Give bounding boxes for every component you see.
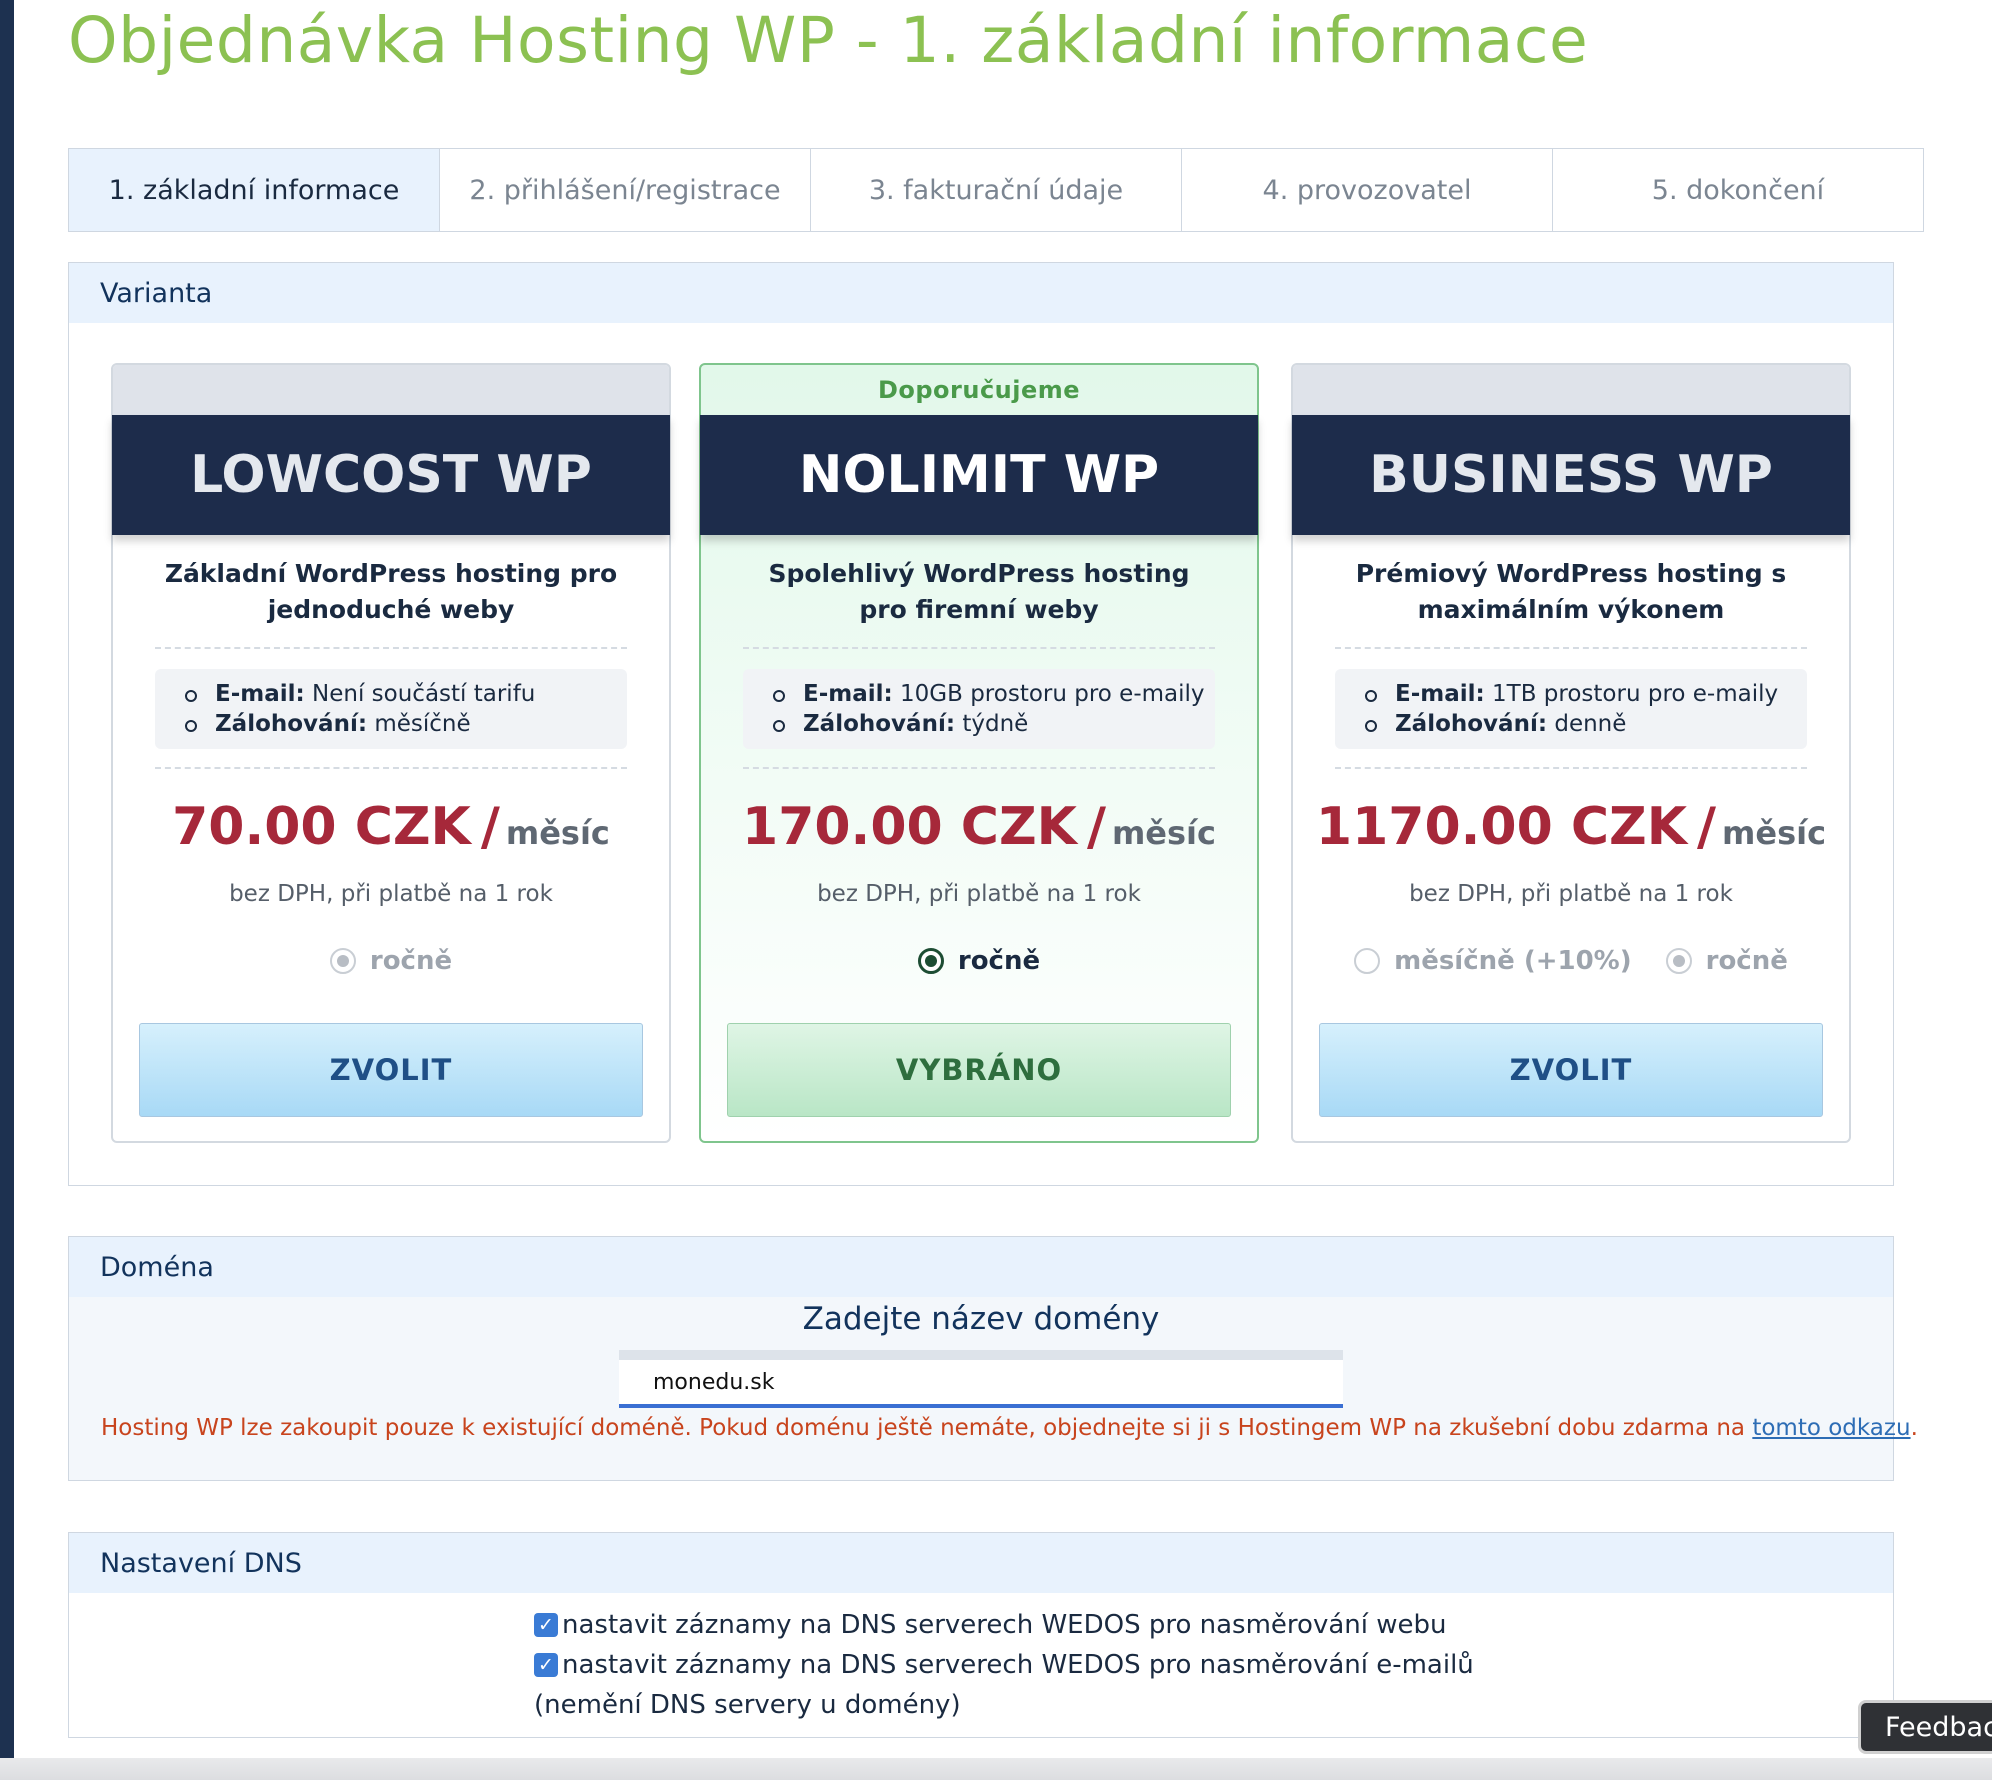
step-billing-details[interactable]: 3. fakturační údaje <box>810 149 1181 231</box>
checkbox-email-records[interactable]: ✓ <box>534 1653 558 1677</box>
period-option-yearly[interactable]: ročně <box>329 941 453 981</box>
plan-card-nolimit: Doporučujeme NOLIMIT WP Spolehlivý WordP… <box>699 363 1259 1143</box>
dns-header: Nastavení DNS <box>69 1533 1893 1593</box>
plan-features: E-mail: 10GB prostoru pro e-maily Záloho… <box>743 669 1215 749</box>
selected-plan-button[interactable]: VYBRÁNO <box>727 1023 1231 1117</box>
period-label: ročně <box>369 946 453 976</box>
plan-card-lowcost: LOWCOST WP Základní WordPress hosting pr… <box>111 363 671 1143</box>
period-label: měsíčně (+10%) <box>1394 946 1632 976</box>
domain-note: Hosting WP lze zakoupit pouze k existují… <box>101 1415 1918 1441</box>
plan-description: Základní WordPress hosting pro jednoduch… <box>164 559 618 624</box>
checkbox-web-records[interactable]: ✓ <box>534 1613 558 1637</box>
feature-backup: Zálohování: měsíčně <box>185 709 627 739</box>
divider <box>1335 647 1807 649</box>
window-bottom-edge <box>0 1758 1992 1780</box>
plan-description: Spolehlivý WordPress hosting pro firemní… <box>768 559 1190 624</box>
plan-features: E-mail: Není součástí tarifu Zálohování:… <box>155 669 627 749</box>
recommended-badge: Doporučujeme <box>877 376 1081 404</box>
feature-email: E-mail: 1TB prostoru pro e-maily <box>1365 679 1807 709</box>
period-label: ročně <box>957 946 1041 976</box>
price-period: měsíc <box>505 814 610 852</box>
price-period: měsíc <box>1722 814 1827 852</box>
feature-email: E-mail: 10GB prostoru pro e-maily <box>773 679 1215 709</box>
plan-card-business: BUSINESS WP Prémiový WordPress hosting s… <box>1291 363 1851 1143</box>
choose-plan-button[interactable]: ZVOLIT <box>1319 1023 1823 1117</box>
radio-yearly[interactable] <box>917 948 944 974</box>
dns-note: (nemění DNS servery u domény) <box>534 1690 961 1720</box>
variant-header: Varianta <box>69 263 1893 323</box>
dns-section: Nastavení DNS ✓ nastavit záznamy na DNS … <box>68 1532 1894 1738</box>
left-edge-bar <box>0 0 14 1780</box>
divider <box>743 647 1215 649</box>
price-period: měsíc <box>1111 814 1216 852</box>
step-completion[interactable]: 5. dokončení <box>1552 149 1923 231</box>
price-note: bez DPH, při platbě na 1 rok <box>1409 881 1733 907</box>
domain-note-text: Hosting WP lze zakoupit pouze k existují… <box>101 1415 1753 1441</box>
plan-features: E-mail: 1TB prostoru pro e-maily Zálohov… <box>1335 669 1807 749</box>
order-steps: 1. základní informace 2. přihlášení/regi… <box>68 148 1924 232</box>
plan-name: NOLIMIT WP <box>700 415 1258 535</box>
plan-badge <box>113 365 669 415</box>
period-option-yearly[interactable]: ročně <box>1665 941 1788 981</box>
domain-input[interactable] <box>619 1350 1343 1408</box>
plan-price: 1170.00 CZK <box>1315 797 1688 857</box>
plan-description: Prémiový WordPress hosting s maximálním … <box>1355 559 1787 624</box>
radio-yearly[interactable] <box>329 948 356 974</box>
price-slash: / <box>480 797 500 857</box>
billing-period-options: ročně <box>701 941 1257 981</box>
dns-option-label: nastavit záznamy na DNS serverech WEDOS … <box>562 1650 1474 1680</box>
step-login-registration[interactable]: 2. přihlášení/registrace <box>439 149 810 231</box>
feature-backup: Zálohování: týdně <box>773 709 1215 739</box>
divider <box>155 647 627 649</box>
plan-name: BUSINESS WP <box>1292 415 1850 535</box>
price-slash: / <box>1697 797 1717 857</box>
feature-email: E-mail: Není součástí tarifu <box>185 679 627 709</box>
radio-monthly[interactable] <box>1354 948 1381 974</box>
step-operator[interactable]: 4. provozovatel <box>1181 149 1552 231</box>
plan-price: 70.00 CZK <box>172 797 471 857</box>
billing-period-options: měsíčně (+10%) ročně <box>1293 941 1849 981</box>
domain-header: Doména <box>69 1237 1893 1297</box>
feature-backup: Zálohování: denně <box>1365 709 1807 739</box>
page-title: Objednávka Hosting WP - 1. základní info… <box>68 4 1589 77</box>
plan-name: LOWCOST WP <box>112 415 670 535</box>
price-note: bez DPH, při platbě na 1 rok <box>817 881 1141 907</box>
price-slash: / <box>1086 797 1106 857</box>
choose-plan-button[interactable]: ZVOLIT <box>139 1023 643 1117</box>
dns-option-email[interactable]: ✓ nastavit záznamy na DNS serverech WEDO… <box>534 1645 1474 1685</box>
plan-price: 170.00 CZK <box>742 797 1077 857</box>
plan-price-row: 70.00 CZK / měsíc <box>113 797 669 867</box>
divider <box>1335 767 1807 769</box>
plan-price-row: 1170.00 CZK / měsíc <box>1293 797 1849 867</box>
divider <box>743 767 1215 769</box>
domain-label: Zadejte název domény <box>802 1301 1160 1337</box>
period-option-yearly[interactable]: ročně <box>917 941 1041 981</box>
domain-section: Doména Zadejte název domény Hosting WP l… <box>68 1236 1918 1481</box>
domain-order-link[interactable]: tomto odkazu <box>1752 1415 1910 1441</box>
dns-option-label: nastavit záznamy na DNS serverech WEDOS … <box>562 1610 1447 1640</box>
variant-section: Varianta LOWCOST WP Základní WordPress h… <box>68 262 1894 1186</box>
price-note: bez DPH, při platbě na 1 rok <box>229 881 553 907</box>
divider <box>155 767 627 769</box>
step-basic-info[interactable]: 1. základní informace <box>69 149 439 231</box>
radio-yearly[interactable] <box>1665 948 1692 974</box>
billing-period-options: ročně <box>113 941 669 981</box>
plan-badge <box>1293 365 1849 415</box>
plan-price-row: 170.00 CZK / měsíc <box>701 797 1257 867</box>
dns-option-web[interactable]: ✓ nastavit záznamy na DNS serverech WEDO… <box>534 1605 1474 1645</box>
domain-note-end: . <box>1910 1415 1918 1441</box>
dns-options: ✓ nastavit záznamy na DNS serverech WEDO… <box>534 1605 1474 1725</box>
period-label: ročně <box>1705 946 1788 976</box>
feedback-button[interactable]: Feedback <box>1858 1700 1992 1754</box>
period-option-monthly[interactable]: měsíčně (+10%) <box>1354 941 1632 981</box>
